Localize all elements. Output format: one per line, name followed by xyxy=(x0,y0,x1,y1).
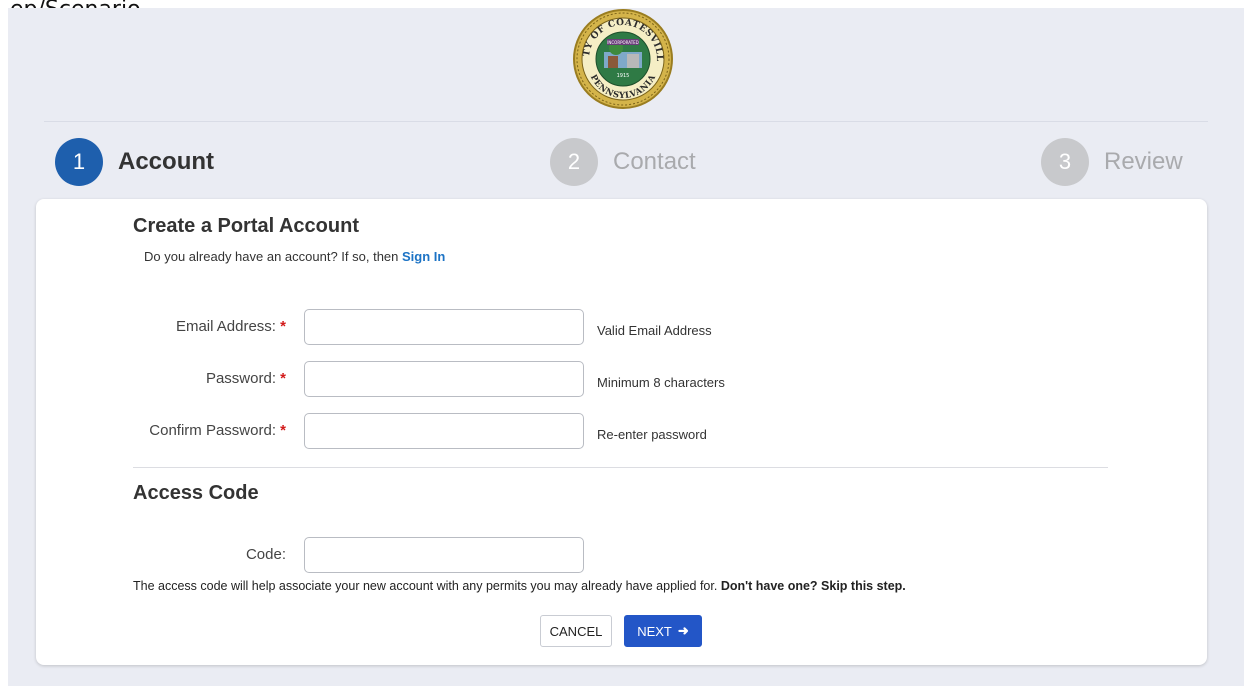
password-hint: Minimum 8 characters xyxy=(597,375,725,390)
password-label-text: Password: xyxy=(205,370,276,387)
sign-in-prompt: Do you already have an account? If so, t… xyxy=(144,249,445,264)
step-review: 3 Review xyxy=(1041,138,1183,186)
confirm-password-input[interactable] xyxy=(304,413,584,449)
section-divider xyxy=(133,467,1108,468)
email-label: Email Address: * xyxy=(116,318,286,335)
city-seal-logo: CITY OF COATESVILLE PENNSYLVANIA INCORPO… xyxy=(568,1,674,110)
step-label-account: Account xyxy=(118,148,214,175)
registration-card: Create a Portal Account Do you already h… xyxy=(36,199,1207,665)
confirm-password-label-text: Confirm Password: xyxy=(149,422,276,439)
email-label-text: Email Address: xyxy=(175,318,276,335)
next-button[interactable]: NEXT ➜ xyxy=(624,615,702,647)
next-button-label: NEXT xyxy=(637,623,672,639)
sign-in-prompt-text: Do you already have an account? If so, t… xyxy=(144,249,399,264)
email-hint: Valid Email Address xyxy=(597,323,712,338)
password-required-marker: * xyxy=(280,370,286,387)
step-contact: 2 Contact xyxy=(550,138,696,186)
svg-text:INCORPORATED: INCORPORATED xyxy=(607,40,639,45)
access-code-note: The access code will help associate your… xyxy=(133,579,906,593)
step-label-review: Review xyxy=(1104,148,1183,175)
step-label-contact: Contact xyxy=(613,148,696,175)
create-account-heading: Create a Portal Account xyxy=(133,215,359,237)
access-code-input[interactable] xyxy=(304,537,584,573)
step-account: 1 Account xyxy=(55,138,214,186)
header-divider xyxy=(44,121,1208,122)
access-code-heading: Access Code xyxy=(133,482,259,504)
code-label: Code: xyxy=(116,546,286,563)
svg-text:1915: 1915 xyxy=(617,73,630,79)
confirm-password-hint: Re-enter password xyxy=(597,427,707,442)
confirm-password-label: Confirm Password: * xyxy=(116,422,286,439)
email-required-marker: * xyxy=(280,318,286,335)
step-number-3: 3 xyxy=(1041,138,1089,186)
confirm-password-required-marker: * xyxy=(280,422,286,439)
access-code-note-text: The access code will help associate your… xyxy=(133,579,718,593)
cancel-button-label: CANCEL xyxy=(549,623,603,639)
password-label: Password: * xyxy=(116,370,286,387)
password-input[interactable] xyxy=(304,361,584,397)
email-input[interactable] xyxy=(304,309,584,345)
skip-step-text: Don't have one? Skip this step. xyxy=(720,579,906,593)
arrow-right-icon: ➜ xyxy=(677,623,689,638)
cancel-button[interactable]: CANCEL xyxy=(540,615,612,647)
registration-page: CITY OF COATESVILLE PENNSYLVANIA INCORPO… xyxy=(8,1,1244,686)
code-label-text: Code: xyxy=(245,546,286,563)
step-number-2: 2 xyxy=(550,138,598,186)
step-number-1: 1 xyxy=(55,138,103,186)
sign-in-link[interactable]: Sign In xyxy=(402,249,445,264)
